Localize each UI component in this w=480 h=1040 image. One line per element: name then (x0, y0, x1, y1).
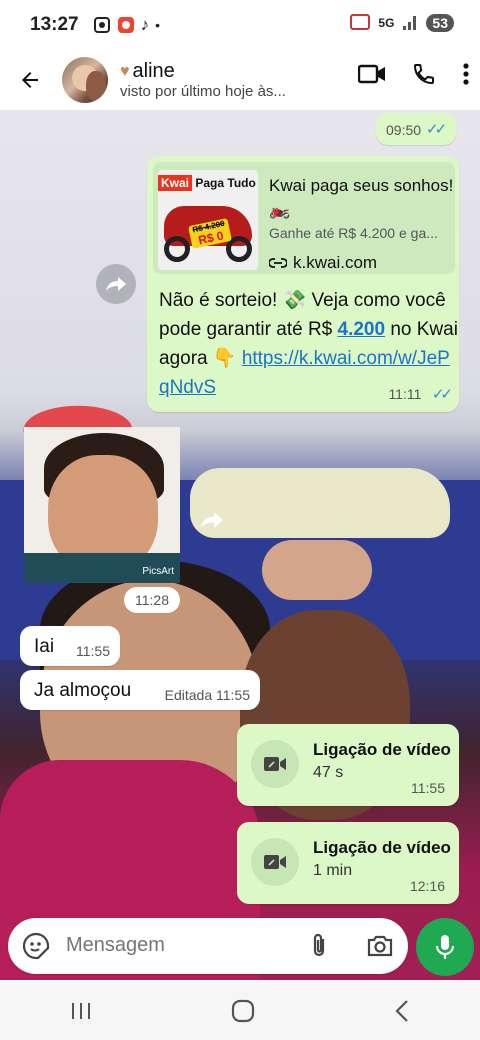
message-text: Iai (34, 636, 55, 657)
mic-icon (435, 935, 455, 959)
chat-header: ♥ aline visto por último hoje às... (0, 50, 480, 110)
status-bar: 13:27 ♪ • 5G 53 (0, 0, 480, 50)
sticker-time-badge: 11:28 (124, 587, 180, 613)
forward-button[interactable] (192, 500, 232, 540)
link-domain-text: k.kwai.com (293, 253, 378, 272)
message-incoming[interactable]: Ja almoçou Editada 11:55 (20, 670, 260, 710)
gallery-icon (117, 17, 134, 33)
link-preview[interactable]: Kwai Paga Tudo R$ 4.200 R$ 0 Kwai paga s… (153, 162, 455, 274)
link-thumbnail: Kwai Paga Tudo R$ 4.200 R$ 0 (158, 170, 258, 270)
contact-info[interactable]: ♥ aline visto por último hoje às... (120, 60, 298, 100)
battery-indicator: 53 (426, 14, 454, 32)
back-button[interactable] (0, 68, 60, 92)
video-call-icon[interactable] (358, 63, 386, 85)
status-time: 13:27 (30, 14, 79, 35)
nav-back-icon[interactable] (394, 999, 410, 1023)
message-text: Ja almoçou (34, 680, 132, 701)
scan-icon (93, 17, 110, 33)
link-title: Kwai paga seus sonhos! 🏍️ (269, 176, 454, 219)
message-outgoing-0950[interactable]: 09:50 ✓✓ (376, 113, 456, 145)
message-time: 11:55 (76, 643, 110, 659)
call-duration: 1 min (313, 862, 353, 879)
call-duration: 47 s (313, 764, 344, 781)
contact-name: ♥ aline (120, 60, 298, 83)
forward-icon (200, 512, 224, 528)
video-call-message[interactable]: Ligação de vídeo 1 min 12:16 (237, 822, 459, 904)
message-incoming[interactable]: Iai 11:55 (20, 626, 120, 666)
link-domain: k.kwai.com (269, 253, 377, 273)
header-actions (358, 62, 470, 86)
message-time: 11:28 (135, 592, 169, 608)
signal-icon (403, 16, 417, 30)
voice-record-button[interactable] (416, 918, 474, 976)
more-vert-icon[interactable] (462, 62, 470, 86)
dot-icon: • (155, 17, 161, 33)
link-description: Ganhe até R$ 4.200 e ga... (269, 225, 438, 241)
sticker-watermark: PicsArt (142, 566, 174, 577)
wheel-left (164, 236, 190, 262)
camera-icon[interactable] (366, 934, 394, 958)
video-camera-icon (264, 757, 286, 771)
message-time: 11:11 (388, 386, 422, 402)
chat-area[interactable]: 09:50 ✓✓ Kwai Paga Tudo R$ 4.200 R$ 0 Kw… (0, 110, 480, 980)
message-time: 09:50 (386, 122, 422, 138)
message-meta: 11:11 ✓✓ (388, 385, 453, 404)
link-icon (269, 258, 287, 268)
avatar[interactable] (62, 57, 108, 103)
attach-icon[interactable] (310, 932, 328, 960)
message-input-pill[interactable] (8, 918, 408, 974)
back-arrow-icon (22, 72, 38, 88)
recent-apps-icon[interactable] (70, 1001, 92, 1021)
read-ticks-icon: ✓✓ (431, 386, 453, 403)
call-icon-wrap (251, 740, 299, 788)
5g-icon: 5G (378, 16, 395, 30)
message-time: 11:55 (411, 780, 445, 796)
home-icon[interactable] (231, 999, 255, 1023)
forward-icon (106, 277, 126, 291)
system-icons: 5G 53 (350, 14, 454, 32)
tiktok-icon: ♪ (140, 15, 150, 34)
heart-hands-icon: ♥ (120, 62, 130, 80)
last-seen: visto por último hoje às... (120, 83, 286, 100)
cast-icon (350, 14, 371, 30)
call-icon-wrap (251, 838, 299, 886)
message-promo[interactable]: Kwai Paga Tudo R$ 4.200 R$ 0 Kwai paga s… (147, 156, 459, 412)
video-camera-icon (264, 855, 286, 869)
system-nav-bar (0, 981, 480, 1040)
thumb-text: Paga Tudo (195, 176, 256, 190)
phone-icon[interactable] (412, 62, 436, 86)
message-time: 12:16 (409, 878, 445, 894)
composer (0, 915, 480, 981)
message-time: Editada 11:55 (164, 687, 250, 703)
amount-link[interactable]: 4.200 (338, 319, 386, 340)
notification-icons: ♪ • (93, 15, 160, 35)
video-call-message[interactable]: Ligação de vídeo 47 s 11:55 (237, 724, 459, 806)
message-input[interactable] (66, 934, 286, 957)
thumb-brand: Kwai (158, 175, 193, 191)
sticker-message[interactable]: PicsArt (24, 427, 180, 583)
call-title: Ligação de vídeo (313, 838, 451, 857)
call-title: Ligação de vídeo (313, 740, 451, 759)
sticker-icon[interactable] (22, 932, 50, 960)
contact-name-text: aline (132, 60, 175, 82)
forward-button[interactable] (96, 264, 136, 304)
read-ticks-icon: ✓✓ (426, 121, 447, 138)
